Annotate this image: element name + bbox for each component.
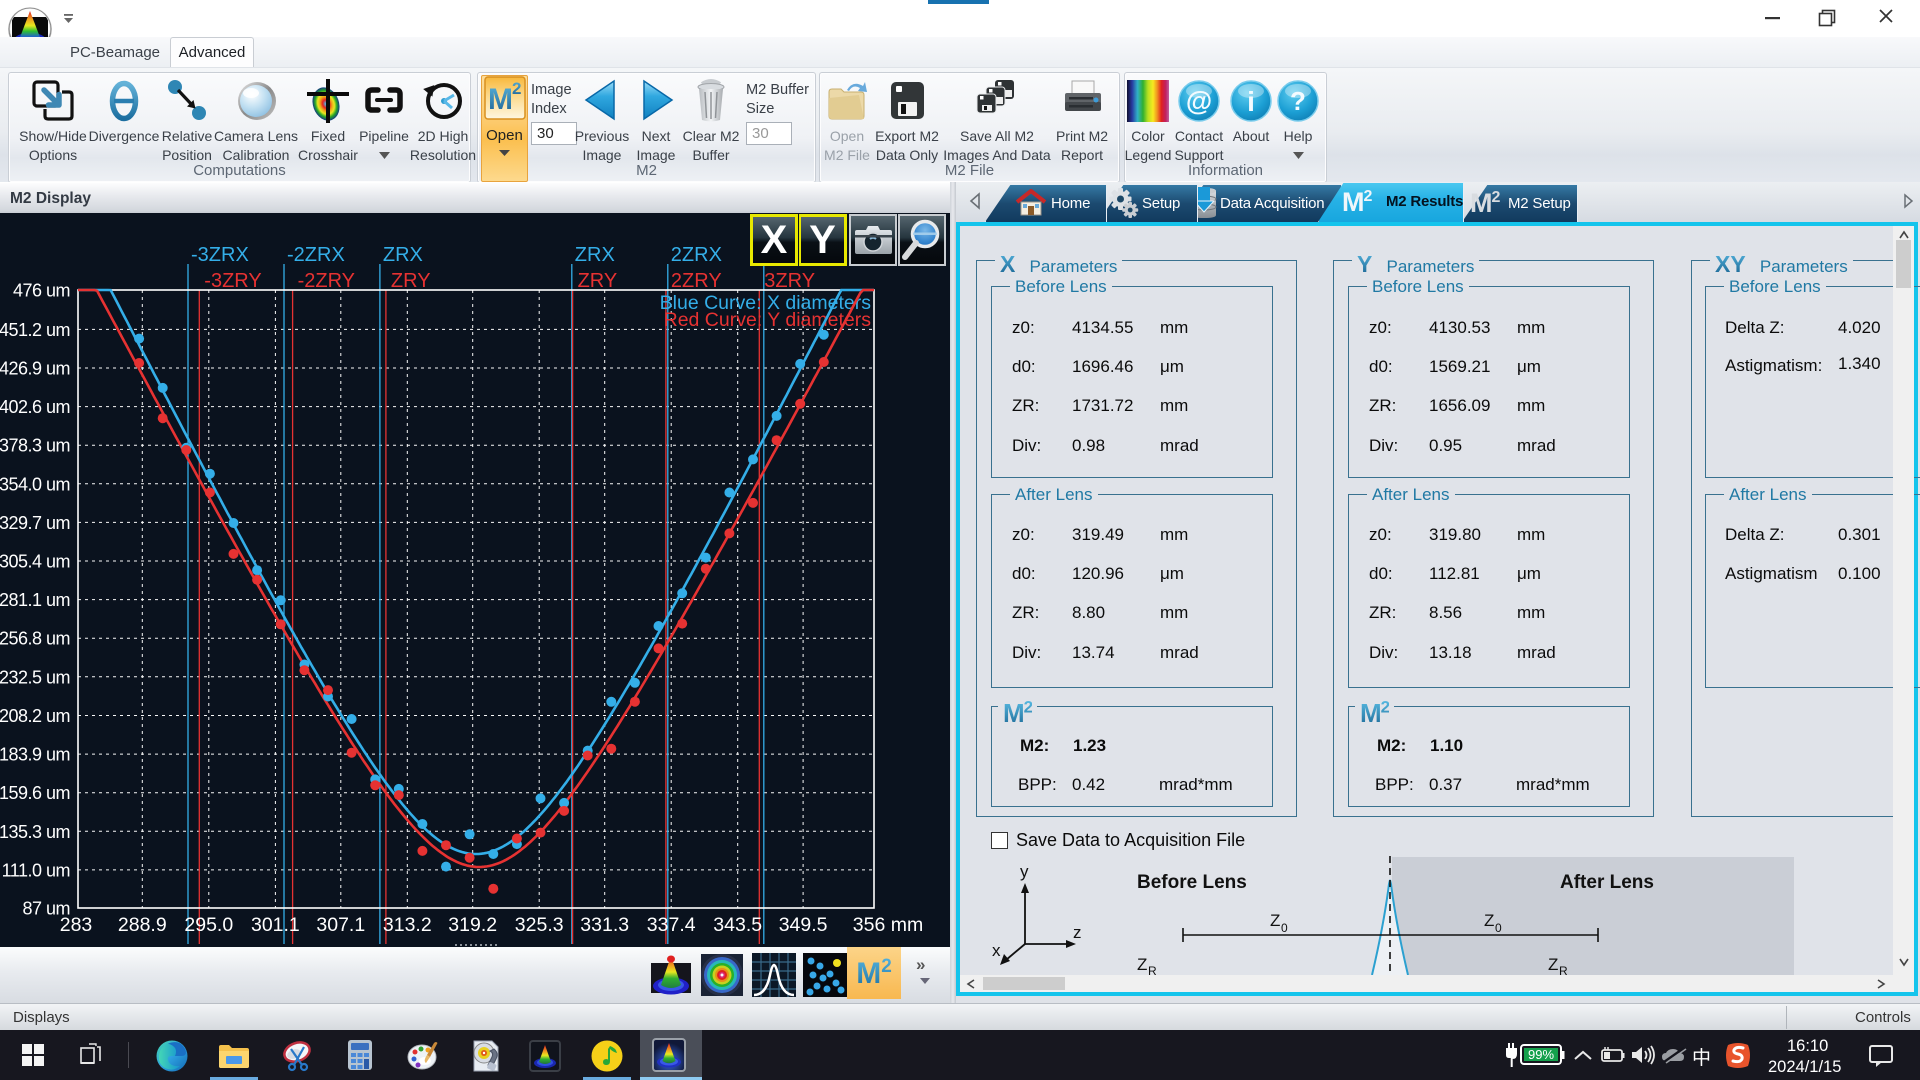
svg-text:325.3: 325.3 <box>515 914 564 936</box>
svg-text:402.6 um: 402.6 um <box>0 397 70 417</box>
svg-text:R: R <box>1559 964 1568 975</box>
svg-text:Red Curve: Y diameters: Red Curve: Y diameters <box>664 309 872 331</box>
svg-text:2ZRX: 2ZRX <box>671 244 722 266</box>
svg-text:99%: 99% <box>1528 1047 1554 1062</box>
svg-text:Z: Z <box>1137 955 1147 974</box>
svg-text:3ZRY: 3ZRY <box>764 270 815 292</box>
svg-text:337.4: 337.4 <box>647 914 696 936</box>
svg-text:301.1: 301.1 <box>251 914 300 936</box>
svg-text:i: i <box>1247 86 1255 117</box>
svg-text:356 mm: 356 mm <box>853 914 923 936</box>
svg-text:183.9 um: 183.9 um <box>0 745 70 765</box>
svg-text:ZRY: ZRY <box>391 270 431 292</box>
svg-text:-3ZRX: -3ZRX <box>191 244 249 266</box>
svg-text:ZRY: ZRY <box>578 270 618 292</box>
svg-text:329.7 um: 329.7 um <box>0 513 70 533</box>
svg-text:ZRX: ZRX <box>383 244 423 266</box>
svg-text:256.8 um: 256.8 um <box>0 629 70 649</box>
svg-text:319.2: 319.2 <box>448 914 497 936</box>
svg-text:111.0 um: 111.0 um <box>2 860 70 880</box>
svg-text:ZRX: ZRX <box>575 244 615 266</box>
svg-text:295.0: 295.0 <box>184 914 233 936</box>
svg-text:Z: Z <box>1484 911 1494 930</box>
svg-text:0: 0 <box>1281 921 1288 935</box>
svg-text:331.3: 331.3 <box>580 914 629 936</box>
svg-text:@: @ <box>1186 86 1212 116</box>
svg-text:313.2: 313.2 <box>383 914 432 936</box>
svg-text:-2ZRY: -2ZRY <box>298 270 355 292</box>
svg-text:159.6 um: 159.6 um <box>0 783 70 803</box>
svg-text:283: 283 <box>60 914 93 936</box>
svg-text:Z: Z <box>1548 955 1558 974</box>
svg-text:354.0 um: 354.0 um <box>0 474 70 494</box>
svg-text:349.5: 349.5 <box>779 914 828 936</box>
svg-text:?: ? <box>1290 86 1306 116</box>
svg-text:307.1: 307.1 <box>316 914 365 936</box>
svg-text:135.3 um: 135.3 um <box>0 822 70 842</box>
svg-text:305.4 um: 305.4 um <box>0 552 70 572</box>
svg-text:Z: Z <box>1270 911 1280 930</box>
svg-text:343.5: 343.5 <box>713 914 762 936</box>
svg-text:378.3 um: 378.3 um <box>0 436 70 456</box>
svg-text:R: R <box>1148 964 1157 975</box>
svg-text:2: 2 <box>512 79 521 98</box>
svg-text:0: 0 <box>1495 921 1502 935</box>
svg-text:451.2 um: 451.2 um <box>0 320 70 340</box>
svg-text:232.5 um: 232.5 um <box>0 667 70 687</box>
svg-text:M: M <box>488 83 513 116</box>
svg-text:476 um: 476 um <box>13 281 70 301</box>
svg-text:288.9: 288.9 <box>118 914 167 936</box>
svg-text:2ZRY: 2ZRY <box>671 270 722 292</box>
svg-text:281.1 um: 281.1 um <box>0 590 70 610</box>
svg-text:426.9 um: 426.9 um <box>0 359 70 379</box>
svg-text:-3ZRY: -3ZRY <box>204 270 261 292</box>
svg-text:208.2 um: 208.2 um <box>0 706 70 726</box>
svg-text:-2ZRX: -2ZRX <box>287 244 345 266</box>
